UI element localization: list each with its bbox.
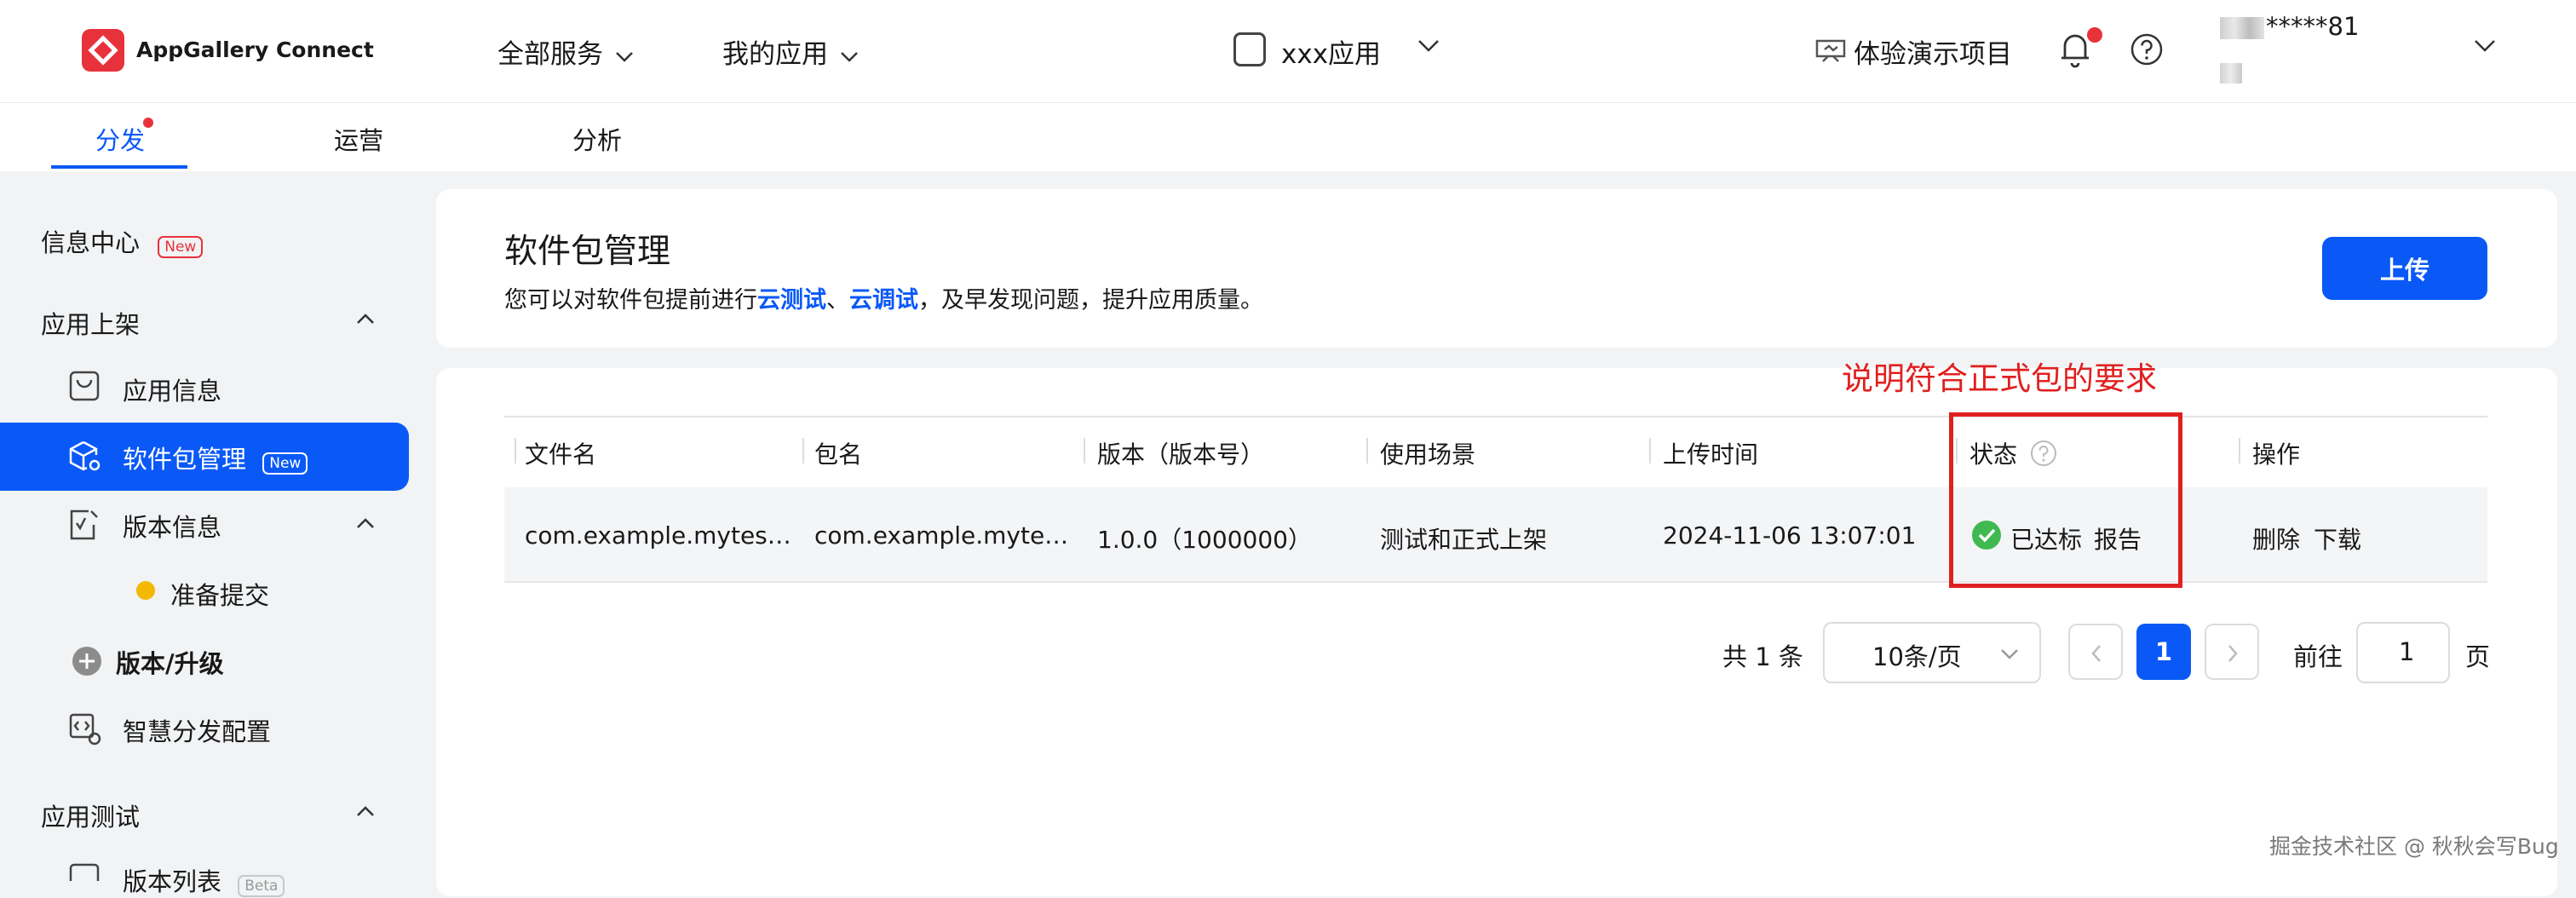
smart-distribution-icon bbox=[68, 712, 102, 750]
col-header-actions: 操作 bbox=[2252, 440, 2301, 469]
prev-page-button[interactable] bbox=[2068, 624, 2123, 680]
column-separator bbox=[515, 438, 516, 463]
column-separator bbox=[1366, 438, 1368, 463]
sidebar-item-package-management-label: 软件包管理 New bbox=[123, 440, 308, 475]
info-center-label: 信息中心 bbox=[41, 228, 141, 257]
cell-upload-time: 2024-11-06 13:07:01 bbox=[1663, 521, 1917, 550]
sidebar-group-testing[interactable]: 应用测试 bbox=[41, 797, 140, 833]
tab-distribution[interactable]: 分发 bbox=[95, 121, 145, 157]
col-header-version: 版本（版本号） bbox=[1097, 440, 1265, 469]
app-selector[interactable]: xxx应用 bbox=[1281, 32, 1381, 71]
cell-package-name: com.example.myte… bbox=[814, 521, 1069, 550]
nav-all-services-label: 全部服务 bbox=[497, 39, 603, 70]
status-highlight-box bbox=[1949, 412, 2182, 588]
chevron-up-icon[interactable] bbox=[356, 312, 375, 328]
tab-bar bbox=[0, 103, 2576, 171]
version-list-icon bbox=[68, 862, 101, 892]
version-info-icon bbox=[68, 508, 101, 545]
sidebar-item-version-list[interactable]: 版本列表 Beta bbox=[123, 862, 285, 898]
col-header-scenario: 使用场景 bbox=[1380, 440, 1476, 469]
desc-separator: 、 bbox=[826, 287, 849, 314]
watermark: 掘金技术社区 @ 秋秋会写Bug bbox=[2269, 834, 2559, 859]
user-account[interactable]: *****81 bbox=[2266, 12, 2359, 41]
demo-project-icon bbox=[1814, 37, 1847, 68]
table-bottom-divider bbox=[504, 581, 2487, 583]
help-icon[interactable] bbox=[2130, 32, 2164, 70]
add-circle-icon[interactable] bbox=[72, 646, 102, 680]
tab-notification-dot bbox=[143, 118, 153, 128]
cell-file-name: com.example.mytes… bbox=[525, 521, 791, 550]
goto-prefix: 前往 bbox=[2293, 642, 2343, 671]
desc-suffix: ，及早发现问题，提升应用质量。 bbox=[918, 287, 1263, 314]
chevron-down-icon bbox=[615, 39, 634, 70]
beta-badge: Beta bbox=[238, 875, 285, 897]
new-badge: New bbox=[262, 452, 308, 475]
app-info-icon bbox=[68, 370, 101, 406]
chevron-right-icon bbox=[2227, 644, 2239, 666]
sidebar-item-version-info[interactable]: 版本信息 bbox=[123, 508, 221, 544]
cloud-debug-link[interactable]: 云调试 bbox=[849, 287, 918, 314]
page-size-select[interactable]: 10条/页 bbox=[1823, 622, 2041, 683]
page-description: 您可以对软件包提前进行云测试、云调试，及早发现问题，提升应用质量。 bbox=[504, 281, 1263, 314]
delete-link[interactable]: 删除 bbox=[2252, 521, 2300, 555]
user-chevron-down-icon[interactable] bbox=[2474, 39, 2496, 56]
goto-page-value: 1 bbox=[2399, 637, 2415, 666]
column-separator bbox=[1084, 438, 1085, 463]
tab-analytics[interactable]: 分析 bbox=[572, 121, 622, 157]
sidebar-item-info-center[interactable]: 信息中心 New bbox=[41, 223, 204, 259]
page-size-value: 10条/页 bbox=[1872, 642, 1962, 671]
next-page-button[interactable] bbox=[2205, 624, 2259, 680]
appgallery-logo[interactable] bbox=[82, 29, 124, 72]
sidebar-subitem-prepare-submit[interactable]: 准备提交 bbox=[170, 576, 269, 612]
download-link[interactable]: 下载 bbox=[2314, 521, 2361, 555]
demo-project-link[interactable]: 体验演示项目 bbox=[1854, 32, 2012, 71]
column-separator bbox=[802, 438, 804, 463]
version-list-label: 版本列表 bbox=[123, 867, 222, 896]
goto-suffix: 页 bbox=[2465, 642, 2491, 671]
notification-dot bbox=[2087, 27, 2102, 43]
nav-my-apps-label: 我的应用 bbox=[722, 39, 828, 70]
page-title: 软件包管理 bbox=[504, 233, 671, 271]
avatar[interactable] bbox=[2220, 17, 2264, 39]
app-icon bbox=[1233, 32, 1266, 66]
chevron-down-icon bbox=[2000, 648, 2019, 664]
sidebar-item-app-info[interactable]: 应用信息 bbox=[123, 371, 221, 407]
tab-operations[interactable]: 运营 bbox=[334, 121, 383, 157]
nav-my-apps[interactable]: 我的应用 bbox=[722, 32, 859, 71]
cell-scenario: 测试和正式上架 bbox=[1380, 526, 1548, 554]
chevron-down-icon bbox=[840, 39, 859, 70]
upload-button[interactable]: 上传 bbox=[2322, 237, 2487, 300]
sidebar-group-release[interactable]: 应用上架 bbox=[41, 305, 140, 341]
cloud-test-link[interactable]: 云测试 bbox=[757, 287, 826, 314]
pending-status-dot bbox=[136, 581, 155, 600]
new-badge: New bbox=[158, 236, 204, 258]
tab-active-indicator bbox=[51, 165, 187, 169]
chevron-left-icon bbox=[2090, 644, 2102, 666]
nav-all-services[interactable]: 全部服务 bbox=[497, 32, 634, 71]
desc-prefix: 您可以对软件包提前进行 bbox=[504, 287, 757, 314]
chevron-up-icon[interactable] bbox=[356, 516, 375, 532]
chevron-up-icon[interactable] bbox=[356, 804, 375, 820]
app-chevron-down-icon[interactable] bbox=[1417, 39, 1440, 56]
col-header-upload-time: 上传时间 bbox=[1663, 440, 1759, 469]
user-blurred-info bbox=[2220, 63, 2242, 83]
cube-settings-icon bbox=[68, 440, 102, 477]
col-header-package-name: 包名 bbox=[814, 440, 863, 469]
cell-version: 1.0.0（1000000） bbox=[1097, 526, 1312, 554]
column-separator bbox=[2239, 438, 2240, 463]
package-management-label: 软件包管理 bbox=[123, 445, 247, 474]
col-header-file-name: 文件名 bbox=[525, 440, 597, 469]
column-separator bbox=[1649, 438, 1651, 463]
page-number-current[interactable]: 1 bbox=[2136, 624, 2191, 680]
sidebar-item-smart-distribution[interactable]: 智慧分发配置 bbox=[123, 712, 271, 748]
sidebar-item-version-upgrade[interactable]: 版本/升级 bbox=[116, 644, 224, 680]
page-header-card bbox=[436, 189, 2557, 348]
table-top-divider bbox=[504, 416, 2487, 417]
annotation-text: 说明符合正式包的要求 bbox=[1842, 360, 2157, 397]
total-count: 共 1 条 bbox=[1722, 642, 1803, 671]
goto-page-input[interactable]: 1 bbox=[2356, 622, 2450, 683]
brand-name: AppGallery Connect bbox=[136, 37, 374, 62]
